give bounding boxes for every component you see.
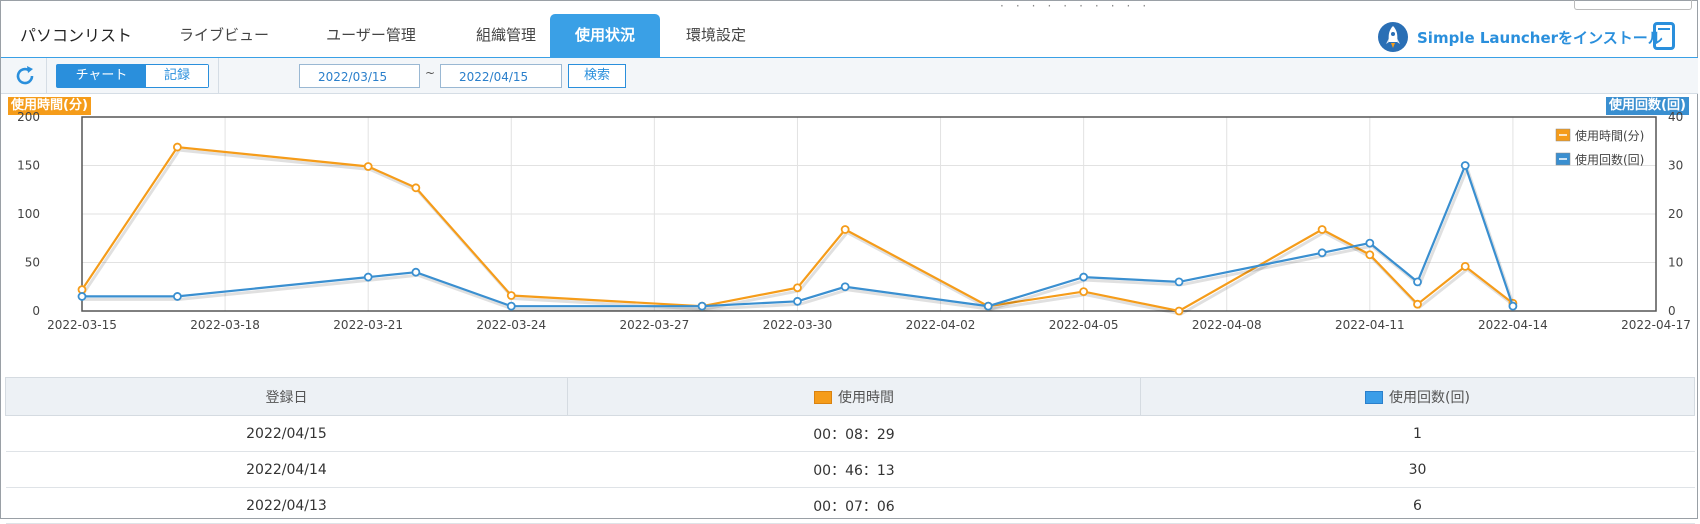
search-button[interactable]: 検索	[568, 64, 626, 88]
data-point	[77, 292, 87, 301]
y-right-tick-label: 0	[1668, 304, 1676, 318]
data-point	[1460, 261, 1470, 271]
tab-usage-status[interactable]: 使用状況	[550, 14, 660, 57]
y-left-tick-label: 50	[25, 256, 40, 270]
cell-count: 30	[1140, 451, 1695, 488]
x-tick-label: 2022-04-17	[1621, 318, 1691, 332]
data-point	[411, 267, 421, 277]
mobile-icon[interactable]	[1653, 22, 1675, 50]
data-point	[363, 162, 373, 171]
table-row: 2022/04/13 00：07：06 6	[5, 487, 1695, 524]
x-tick-label: 2022-03-15	[47, 318, 117, 332]
data-point	[1174, 277, 1184, 287]
cell-time: 00：07：06	[567, 487, 1141, 524]
y-left-tick-label: 100	[17, 207, 40, 221]
tab-settings[interactable]: 環境設定	[661, 14, 771, 57]
data-point	[411, 183, 421, 193]
x-tick-label: 2022-04-14	[1478, 318, 1548, 332]
data-point	[363, 272, 373, 282]
x-tick-label: 2022-03-27	[619, 318, 689, 332]
data-point	[1317, 248, 1327, 258]
x-tick-label: 2022-04-05	[1049, 318, 1119, 332]
legend-label: 使用回数(回)	[1575, 152, 1644, 167]
data-point	[1317, 225, 1327, 234]
top-utility-links: · · · · · · · · · ·	[1000, 0, 1147, 13]
data-point	[1079, 287, 1089, 297]
cell-date: 2022/04/14	[5, 451, 568, 488]
column-header-count[interactable]: 使用回数(回)	[1140, 377, 1695, 416]
data-point	[1508, 301, 1518, 311]
cell-count: 1	[1140, 415, 1695, 452]
x-tick-label: 2022-03-30	[763, 318, 833, 332]
x-tick-label: 2022-03-21	[333, 318, 403, 332]
date-from-input[interactable]: 2022/03/15	[299, 64, 420, 88]
data-point	[506, 291, 516, 300]
x-tick-label: 2022-03-24	[476, 318, 546, 332]
y-right-tick-label: 10	[1668, 256, 1683, 270]
data-point	[983, 301, 993, 311]
data-point	[1365, 250, 1375, 260]
toolbar: チャート 記録 2022/03/15 ~ 2022/04/15 検索	[1, 58, 1698, 94]
x-tick-label: 2022-04-02	[906, 318, 976, 332]
column-header-time[interactable]: 使用時間	[567, 377, 1141, 416]
legend-label: 使用時間(分)	[1575, 128, 1644, 143]
toolbar-divider	[218, 58, 219, 93]
data-point	[793, 283, 802, 293]
y-left-tick-label: 200	[17, 112, 40, 124]
header-label: 登録日	[265, 389, 308, 406]
data-point	[1413, 277, 1422, 287]
header-label: 使用時間	[838, 389, 894, 406]
data-point	[840, 225, 850, 234]
table-row: 2022/04/14 00：46：13 30	[5, 451, 1695, 488]
data-point	[1460, 161, 1470, 170]
tab-pc-list[interactable]: パソコンリスト	[1, 14, 151, 57]
date-to-input[interactable]: 2022/04/15	[440, 64, 562, 88]
range-separator: ~	[425, 66, 436, 80]
record-view-button[interactable]: 記録	[146, 65, 208, 87]
cell-date: 2022/04/13	[5, 487, 568, 524]
data-point	[1413, 299, 1422, 309]
data-point	[172, 142, 182, 152]
count-swatch-icon	[1365, 391, 1384, 404]
x-tick-label: 2022-04-08	[1192, 318, 1262, 332]
data-point	[1365, 238, 1375, 248]
time-swatch-icon	[814, 391, 832, 404]
y-right-tick-label: 30	[1668, 159, 1683, 173]
language-select[interactable]	[1574, 0, 1692, 10]
data-point	[793, 296, 802, 306]
usage-table: 登録日 使用時間 使用回数(回) 2022/04/15 00：08：29 1 2…	[5, 377, 1695, 524]
tab-org-management[interactable]: 組織管理	[451, 14, 561, 57]
data-point	[840, 282, 850, 292]
chart-view-button[interactable]: チャート	[57, 65, 146, 87]
main-nav: パソコンリスト ライブビュー ユーザー管理 組織管理 使用状況 環境設定 Sim…	[1, 14, 1698, 59]
toolbar-divider	[46, 58, 47, 93]
launcher-label: Simple Launcherをインストール	[1417, 28, 1663, 47]
view-toggle: チャート 記録	[56, 64, 209, 88]
table-row: 2022/04/15 00：08：29 1	[5, 415, 1695, 452]
tab-live-view[interactable]: ライブビュー	[159, 14, 289, 57]
data-point	[1174, 306, 1184, 316]
usage-chart: 0 0 50 10 100 20 150 30 200 40 2022-03-15 2022-03-1…	[17, 112, 1691, 332]
x-tick-label: 2022-03-18	[190, 318, 260, 332]
tab-user-management[interactable]: ユーザー管理	[301, 14, 441, 57]
y-left-tick-label: 150	[17, 159, 40, 173]
cell-time: 00：46：13	[567, 451, 1141, 488]
cell-count: 6	[1140, 487, 1695, 524]
y-left-tick-label: 0	[32, 304, 40, 318]
data-point	[172, 292, 182, 301]
data-point	[506, 301, 516, 311]
x-tick-label: 2022-04-11	[1335, 318, 1405, 332]
column-header-date[interactable]: 登録日	[5, 377, 568, 416]
rocket-icon	[1378, 22, 1408, 52]
cell-time: 00：08：29	[567, 415, 1141, 452]
install-launcher-link[interactable]: Simple Launcherをインストール	[1377, 20, 1663, 54]
data-point	[1079, 272, 1089, 282]
cell-date: 2022/04/15	[5, 415, 568, 452]
header-label: 使用回数(回)	[1389, 389, 1470, 406]
refresh-icon[interactable]	[13, 64, 37, 88]
y-right-tick-label: 40	[1668, 112, 1683, 124]
y-right-tick-label: 20	[1668, 207, 1683, 221]
data-point	[697, 301, 707, 311]
